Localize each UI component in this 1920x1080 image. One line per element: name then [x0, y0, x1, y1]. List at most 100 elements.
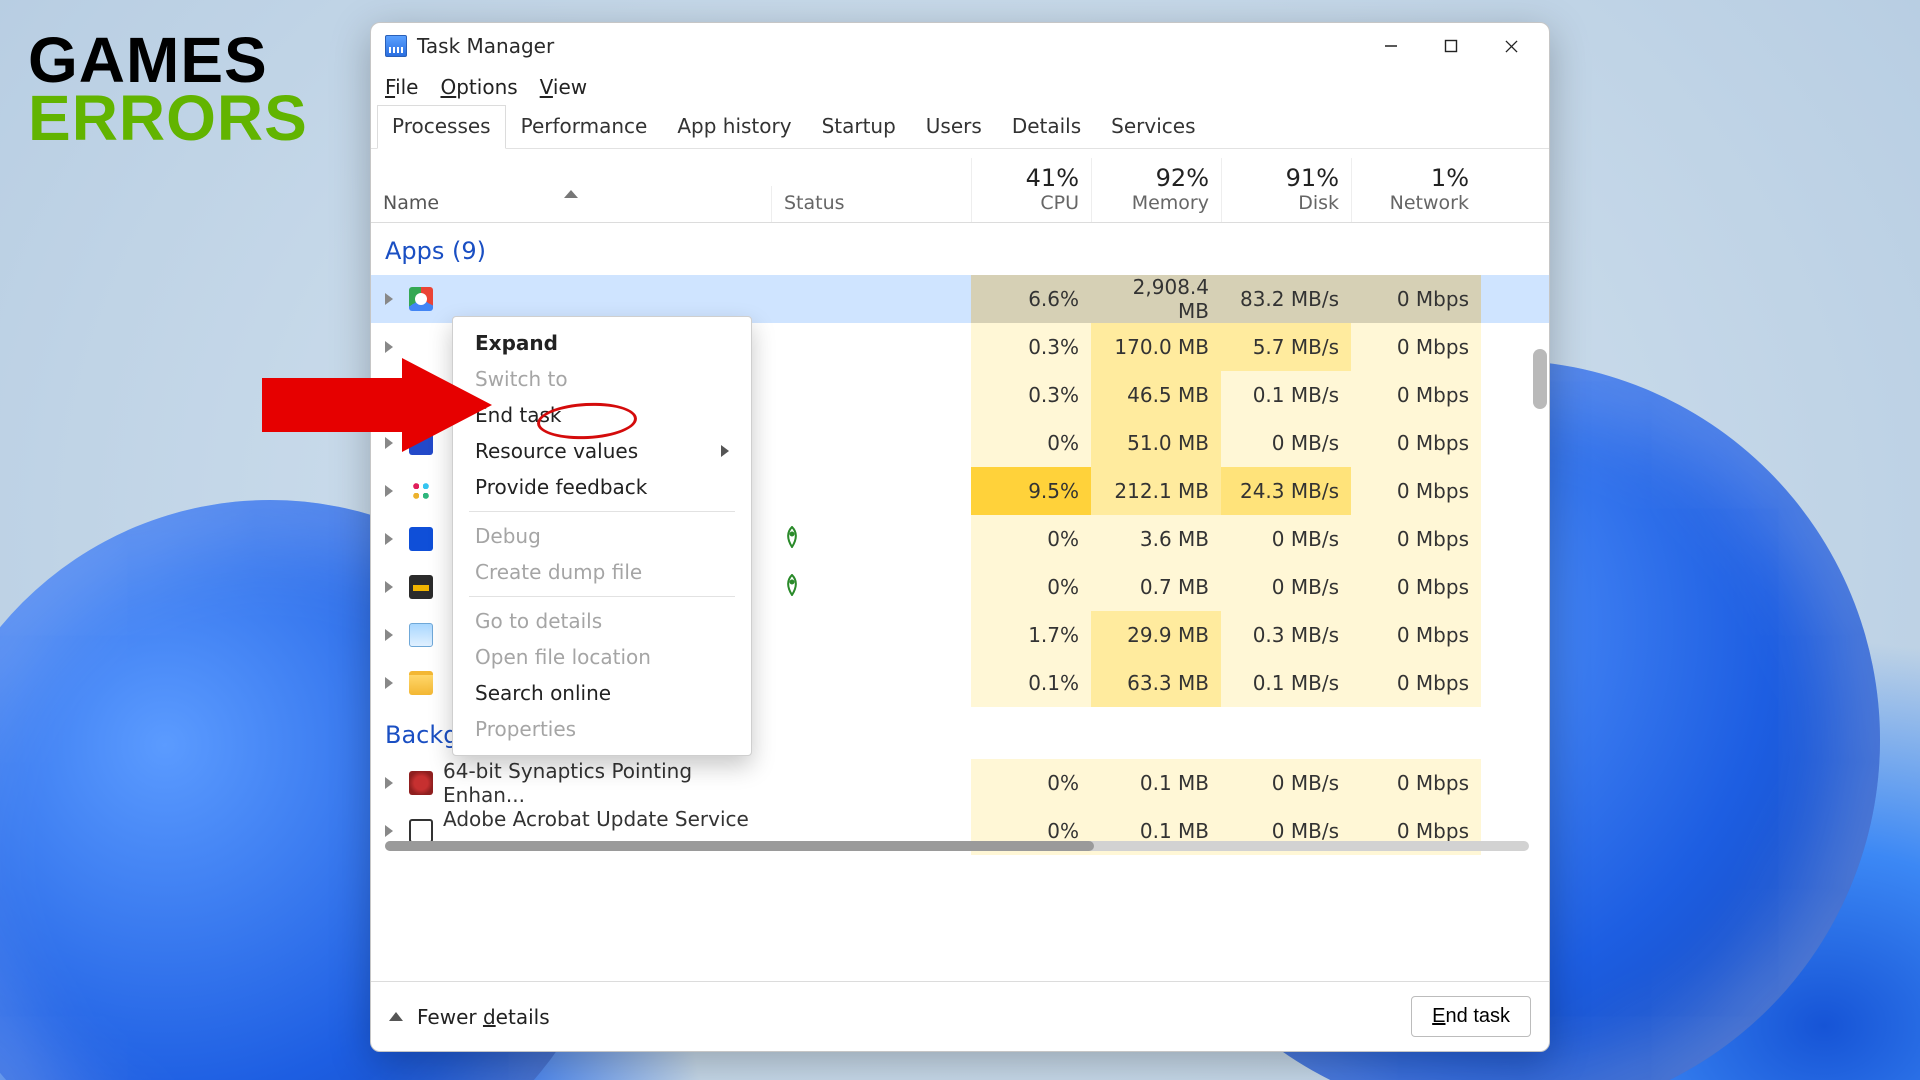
tab-performance[interactable]: Performance	[506, 105, 663, 149]
cell-status	[771, 563, 971, 611]
titlebar[interactable]: Task Manager	[371, 23, 1549, 69]
cell-name: 64-bit Synaptics Pointing Enhan...	[371, 759, 771, 807]
ctx-switch-to: Switch to	[453, 361, 751, 397]
cell-cpu: 0%	[971, 563, 1091, 611]
cell-status	[771, 659, 971, 707]
cell-cpu: 9.5%	[971, 467, 1091, 515]
cell-disk: 24.3 MB/s	[1221, 467, 1351, 515]
process-icon	[409, 771, 433, 795]
ctx-create-dump: Create dump file	[453, 554, 751, 590]
ctx-search-online[interactable]: Search online	[453, 675, 751, 711]
end-task-button[interactable]: End task	[1411, 996, 1531, 1037]
cell-network: 0 Mbps	[1351, 371, 1481, 419]
process-icon	[409, 819, 433, 843]
col-disk[interactable]: 91%Disk	[1221, 158, 1351, 222]
cell-memory: 170.0 MB	[1091, 323, 1221, 371]
app-icon	[385, 35, 407, 57]
cell-network: 0 Mbps	[1351, 659, 1481, 707]
ctx-resource-values[interactable]: Resource values	[453, 433, 751, 469]
cell-cpu: 0.3%	[971, 371, 1091, 419]
expand-icon[interactable]	[385, 777, 393, 789]
col-name[interactable]: Name	[371, 186, 771, 222]
cell-disk: 0 MB/s	[1221, 419, 1351, 467]
efficiency-mode-icon	[783, 526, 801, 553]
ctx-expand[interactable]: Expand	[453, 325, 751, 361]
watermark-line1: GAMES	[28, 32, 308, 90]
vertical-scrollbar[interactable]	[1533, 349, 1547, 409]
expand-icon[interactable]	[385, 293, 393, 305]
cell-network: 0 Mbps	[1351, 275, 1481, 323]
cell-disk: 0.1 MB/s	[1221, 659, 1351, 707]
minimize-button[interactable]	[1361, 26, 1421, 66]
cell-cpu: 0%	[971, 419, 1091, 467]
col-network[interactable]: 1%Network	[1351, 158, 1481, 222]
maximize-button[interactable]	[1421, 26, 1481, 66]
cell-network: 0 Mbps	[1351, 563, 1481, 611]
expand-icon[interactable]	[385, 677, 393, 689]
cell-status	[771, 419, 971, 467]
cell-memory: 212.1 MB	[1091, 467, 1221, 515]
tab-services[interactable]: Services	[1096, 105, 1210, 149]
process-icon	[409, 623, 433, 647]
tabs: Processes Performance App history Startu…	[371, 105, 1549, 149]
cell-cpu: 0%	[971, 515, 1091, 563]
menu-view[interactable]: View	[540, 75, 587, 99]
col-cpu[interactable]: 41%CPU	[971, 158, 1091, 222]
menu-file[interactable]: File	[385, 75, 418, 99]
col-memory[interactable]: 92%Memory	[1091, 158, 1221, 222]
separator	[469, 511, 735, 512]
tab-startup[interactable]: Startup	[807, 105, 911, 149]
cell-disk: 83.2 MB/s	[1221, 275, 1351, 323]
expand-icon[interactable]	[385, 533, 393, 545]
separator	[469, 596, 735, 597]
cell-memory: 63.3 MB	[1091, 659, 1221, 707]
cell-memory: 0.7 MB	[1091, 563, 1221, 611]
chevron-right-icon	[721, 445, 729, 457]
cell-memory: 2,908.4 MB	[1091, 275, 1221, 323]
cell-cpu: 6.6%	[971, 275, 1091, 323]
col-status[interactable]: Status	[771, 186, 971, 222]
table-row[interactable]: 64-bit Synaptics Pointing Enhan... 0% 0.…	[371, 759, 1549, 807]
process-icon	[409, 671, 433, 695]
expand-icon[interactable]	[385, 581, 393, 593]
cell-disk: 0 MB/s	[1221, 759, 1351, 807]
expand-icon[interactable]	[385, 825, 393, 837]
cell-network: 0 Mbps	[1351, 611, 1481, 659]
ctx-properties: Properties	[453, 711, 751, 747]
site-watermark: GAMES ERRORS	[28, 32, 308, 147]
ctx-end-task[interactable]: End task	[453, 397, 751, 433]
cell-status	[771, 759, 971, 807]
cell-disk: 0.1 MB/s	[1221, 371, 1351, 419]
close-button[interactable]	[1481, 26, 1541, 66]
expand-icon[interactable]	[385, 485, 393, 497]
tab-processes[interactable]: Processes	[377, 105, 506, 149]
cell-cpu: 0.1%	[971, 659, 1091, 707]
process-icon	[409, 287, 433, 311]
menu-options[interactable]: Options	[440, 75, 517, 99]
expand-icon[interactable]	[385, 629, 393, 641]
cell-network: 0 Mbps	[1351, 419, 1481, 467]
cell-status	[771, 275, 971, 323]
annotation-arrow	[262, 358, 492, 452]
cell-status	[771, 611, 971, 659]
process-icon	[409, 479, 433, 503]
cell-memory: 51.0 MB	[1091, 419, 1221, 467]
cell-cpu: 0%	[971, 759, 1091, 807]
cell-network: 0 Mbps	[1351, 515, 1481, 563]
tab-details[interactable]: Details	[997, 105, 1096, 149]
fewer-details-link[interactable]: Fewer details	[417, 1005, 550, 1029]
sort-caret-icon	[564, 190, 578, 198]
cell-disk: 5.7 MB/s	[1221, 323, 1351, 371]
cell-disk: 0 MB/s	[1221, 515, 1351, 563]
group-apps[interactable]: Apps (9)	[371, 223, 1549, 275]
cell-memory: 3.6 MB	[1091, 515, 1221, 563]
ctx-provide-feedback[interactable]: Provide feedback	[453, 469, 751, 505]
chevron-up-icon	[389, 1012, 403, 1021]
horizontal-scrollbar[interactable]	[385, 841, 1529, 851]
footer: Fewer details End task	[371, 981, 1549, 1051]
menubar: File Options View	[371, 69, 1549, 105]
tab-users[interactable]: Users	[911, 105, 997, 149]
tab-app-history[interactable]: App history	[662, 105, 806, 149]
cell-cpu: 1.7%	[971, 611, 1091, 659]
expand-icon[interactable]	[385, 341, 393, 353]
